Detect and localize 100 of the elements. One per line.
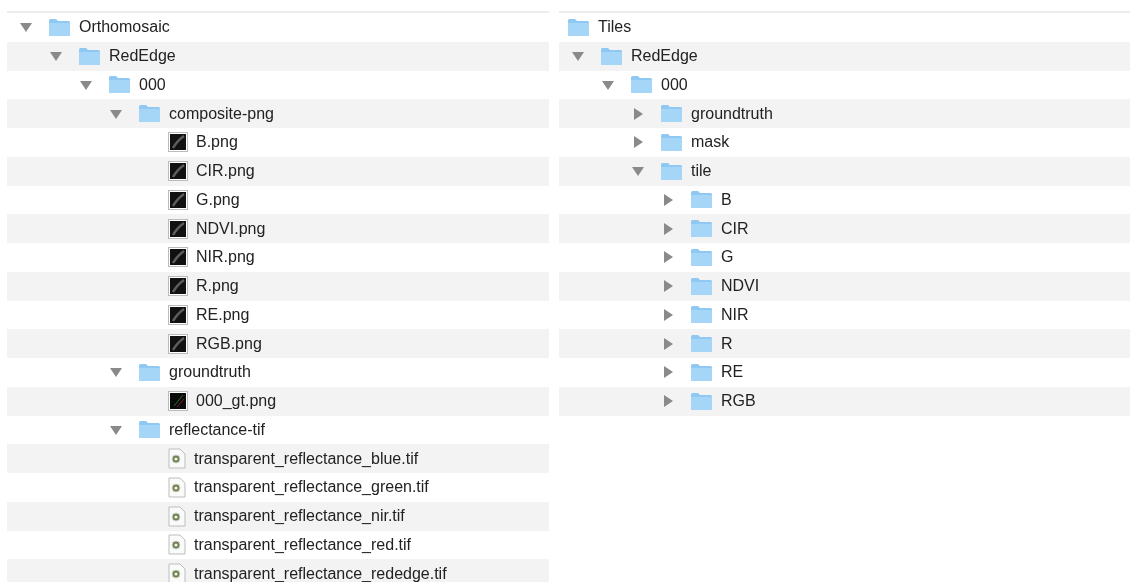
disclosure-triangle-icon[interactable] xyxy=(20,21,32,34)
file-row[interactable]: CIR.png xyxy=(7,156,549,186)
disclosure-triangle-icon[interactable] xyxy=(662,222,674,235)
document-icon xyxy=(168,505,186,527)
file-name: G.png xyxy=(196,190,240,209)
file-name: RE xyxy=(721,363,744,382)
file-name: CIR xyxy=(721,219,749,238)
file-row[interactable]: CIR xyxy=(559,214,1130,243)
file-name: transparent_reflectance_nir.tif xyxy=(194,507,405,526)
file-name: Orthomosaic xyxy=(79,18,170,37)
folder-icon xyxy=(690,362,713,382)
folder-icon xyxy=(660,161,683,181)
file-name: RedEdge xyxy=(631,47,698,66)
disclosure-triangle-icon[interactable] xyxy=(662,337,674,350)
disclosure-triangle-icon[interactable] xyxy=(662,280,674,293)
folder-icon xyxy=(690,305,713,325)
file-name: 000 xyxy=(661,75,688,94)
image-thumbnail-icon xyxy=(168,132,188,153)
file-name: RedEdge xyxy=(109,47,176,66)
file-row[interactable]: composite-png xyxy=(7,99,549,128)
file-name: transparent_reflectance_green.tif xyxy=(194,478,429,497)
file-name: NIR xyxy=(721,305,749,324)
disclosure-triangle-icon[interactable] xyxy=(50,50,62,63)
image-thumbnail-icon xyxy=(168,189,188,210)
file-name: transparent_reflectance_rededge.tif xyxy=(194,564,447,582)
file-name: 000 xyxy=(139,75,166,94)
file-row[interactable]: NDVI.png xyxy=(7,214,549,243)
disclosure-triangle-icon[interactable] xyxy=(662,395,674,408)
file-name: NDVI.png xyxy=(196,219,266,238)
folder-icon xyxy=(78,46,101,66)
disclosure-triangle-icon[interactable] xyxy=(662,193,674,206)
file-row[interactable]: transparent_reflectance_blue.tif xyxy=(7,444,549,473)
file-row[interactable]: RGB xyxy=(559,386,1130,416)
file-row[interactable]: RGB.png xyxy=(7,329,549,358)
file-name: 000_gt.png xyxy=(196,392,277,411)
folder-icon xyxy=(567,17,590,37)
file-name: Tiles xyxy=(598,18,632,37)
document-icon xyxy=(168,534,186,556)
disclosure-triangle-icon[interactable] xyxy=(632,136,644,149)
folder-icon xyxy=(690,190,713,210)
image-thumbnail-icon xyxy=(168,391,188,412)
document-icon xyxy=(168,563,186,582)
folder-icon xyxy=(108,75,131,95)
file-name: NIR.png xyxy=(196,248,255,267)
disclosure-triangle-icon[interactable] xyxy=(602,78,614,91)
folder-icon xyxy=(690,391,713,411)
file-name: R.png xyxy=(196,277,239,296)
file-name: RE.png xyxy=(196,305,250,324)
file-name: mask xyxy=(691,133,730,152)
file-name: transparent_reflectance_red.tif xyxy=(194,535,411,554)
file-row[interactable]: groundtruth xyxy=(559,99,1130,128)
folder-icon xyxy=(138,420,161,440)
file-name: reflectance-tif xyxy=(169,420,266,439)
file-name: G xyxy=(721,248,734,267)
file-name: NDVI xyxy=(721,277,760,296)
file-row[interactable]: 000_gt.png xyxy=(7,386,549,416)
folder-icon xyxy=(690,276,713,296)
file-name: groundtruth xyxy=(691,104,773,123)
file-row[interactable]: R xyxy=(559,329,1130,358)
image-thumbnail-icon xyxy=(168,247,188,268)
file-row[interactable]: R.png xyxy=(7,271,549,301)
file-name: transparent_reflectance_blue.tif xyxy=(194,449,419,468)
disclosure-triangle-icon[interactable] xyxy=(662,251,674,264)
disclosure-triangle-icon[interactable] xyxy=(110,107,122,120)
folder-icon xyxy=(138,362,161,382)
image-thumbnail-icon xyxy=(168,304,188,325)
file-name: B.png xyxy=(196,133,238,152)
file-name: composite-png xyxy=(169,104,274,123)
disclosure-triangle-icon[interactable] xyxy=(80,78,92,91)
disclosure-triangle-icon[interactable] xyxy=(662,308,674,321)
disclosure-triangle-icon[interactable] xyxy=(572,50,584,63)
file-name: B xyxy=(721,190,732,209)
disclosure-triangle-icon[interactable] xyxy=(632,165,644,178)
image-thumbnail-icon xyxy=(168,333,188,354)
disclosure-triangle-icon[interactable] xyxy=(662,366,674,379)
file-name: tile xyxy=(691,162,712,181)
file-name: R xyxy=(721,334,733,353)
image-thumbnail-icon xyxy=(168,161,188,182)
file-row[interactable]: tile xyxy=(559,156,1130,186)
file-row[interactable]: NDVI xyxy=(559,271,1130,301)
disclosure-triangle-icon[interactable] xyxy=(632,107,644,120)
folder-icon xyxy=(600,46,623,66)
folder-icon xyxy=(630,75,653,95)
file-row[interactable]: transparent_reflectance_nir.tif xyxy=(7,501,549,531)
image-thumbnail-icon xyxy=(168,218,188,239)
folder-icon xyxy=(48,17,71,37)
file-row[interactable]: RedEdge xyxy=(559,41,1130,71)
folder-icon xyxy=(138,104,161,124)
folder-icon xyxy=(660,104,683,124)
document-icon xyxy=(168,448,186,470)
folder-icon xyxy=(690,219,713,239)
file-row[interactable]: transparent_reflectance_rededge.tif xyxy=(7,559,549,582)
disclosure-triangle-icon[interactable] xyxy=(110,423,122,436)
file-row[interactable]: RedEdge xyxy=(7,41,549,71)
folder-icon xyxy=(690,247,713,267)
disclosure-triangle-icon[interactable] xyxy=(110,366,122,379)
file-name: RGB.png xyxy=(196,334,262,353)
file-name: groundtruth xyxy=(169,363,251,382)
file-name: RGB xyxy=(721,392,756,411)
file-name: CIR.png xyxy=(196,162,255,181)
